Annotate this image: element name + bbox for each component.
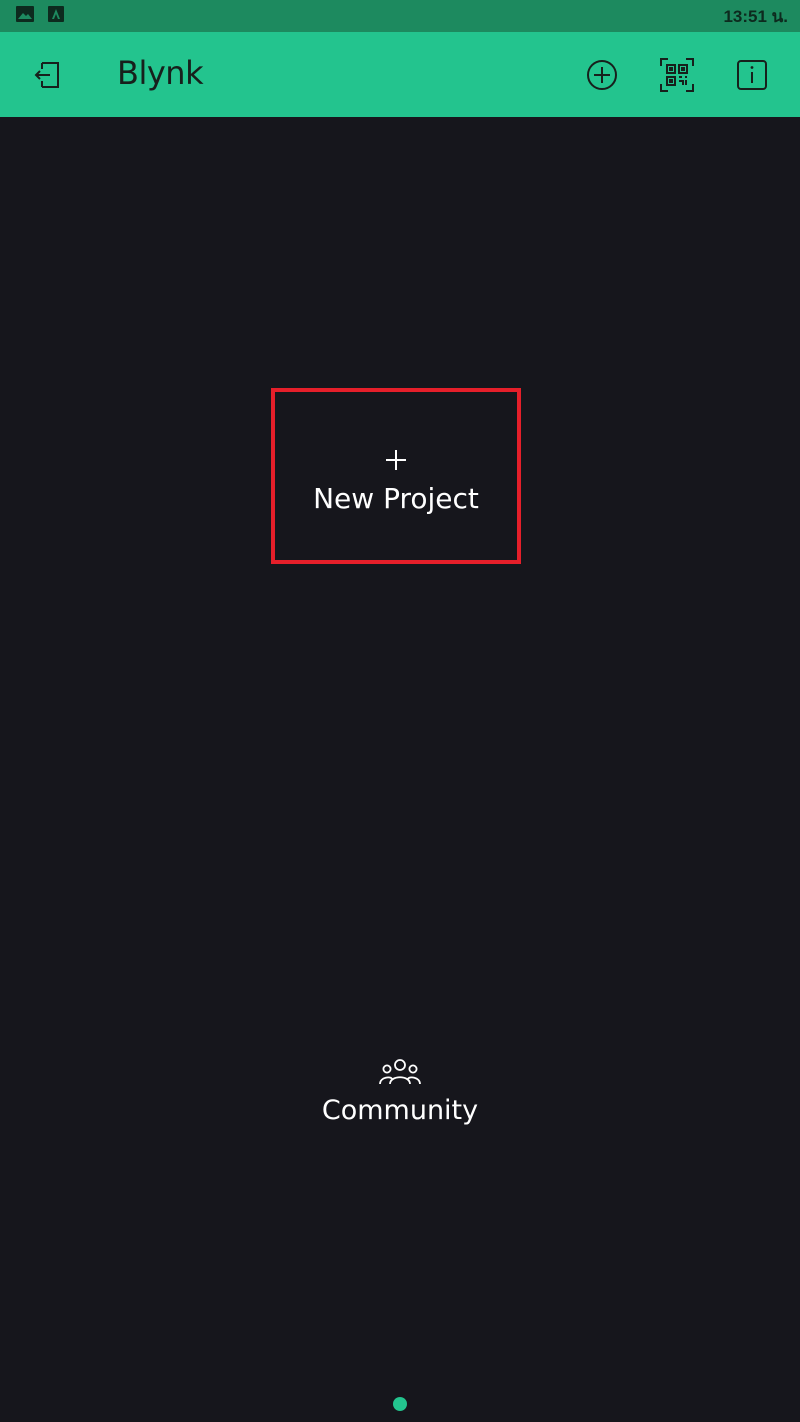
logout-icon[interactable] — [28, 56, 66, 94]
new-project-label: New Project — [313, 481, 479, 515]
app-notification-icon — [48, 6, 64, 26]
community-icon — [378, 1057, 422, 1091]
gallery-icon — [16, 6, 34, 26]
qr-code-icon[interactable] — [658, 56, 696, 94]
page-indicator-dot — [393, 1397, 407, 1411]
projects-area: New Project Community — [0, 117, 800, 1422]
app-bar: Blynk — [0, 32, 800, 117]
info-icon[interactable] — [733, 56, 771, 94]
plus-icon — [384, 448, 408, 476]
community-label: Community — [321, 1095, 479, 1126]
app-title: Blynk — [117, 54, 204, 92]
status-bar: 13:51 น. — [0, 0, 800, 32]
status-time: 13:51 น. — [723, 6, 788, 26]
community-button[interactable]: Community — [300, 1057, 500, 1137]
status-icons — [16, 6, 64, 26]
add-circle-icon[interactable] — [583, 56, 621, 94]
new-project-button[interactable]: New Project — [271, 388, 521, 564]
